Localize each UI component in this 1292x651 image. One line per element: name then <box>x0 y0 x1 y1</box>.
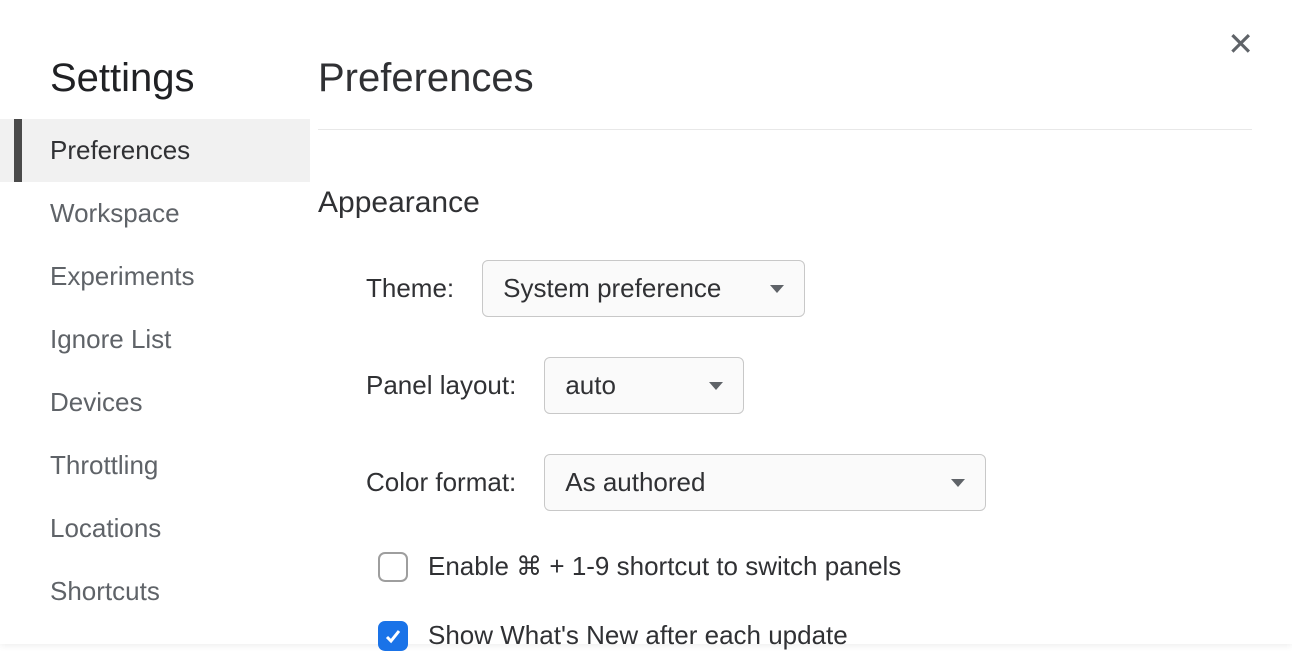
panel-layout-select-value: auto <box>565 370 616 401</box>
whatsnew-checkbox-label: Show What's New after each update <box>428 620 848 651</box>
shortcut-checkbox-row: Enable ⌘ + 1-9 shortcut to switch panels <box>318 551 1252 582</box>
page-title: Preferences <box>318 56 1252 130</box>
color-format-label: Color format: <box>366 467 516 498</box>
settings-modal: ✕ Settings Preferences Workspace Experim… <box>0 0 1292 644</box>
sidebar-item-label: Experiments <box>50 261 195 291</box>
whatsnew-checkbox-row: Show What's New after each update <box>318 620 1252 651</box>
theme-label: Theme: <box>366 273 454 304</box>
sidebar-item-ignore-list[interactable]: Ignore List <box>0 308 310 371</box>
sidebar-item-shortcuts[interactable]: Shortcuts <box>0 560 310 623</box>
chevron-down-icon <box>709 382 723 390</box>
sidebar-item-label: Shortcuts <box>50 576 160 606</box>
sidebar: Settings Preferences Workspace Experimen… <box>0 0 310 644</box>
color-format-select-value: As authored <box>565 467 705 498</box>
chevron-down-icon <box>770 285 784 293</box>
sidebar-item-devices[interactable]: Devices <box>0 371 310 434</box>
section-heading-appearance: Appearance <box>318 186 1252 220</box>
shortcut-checkbox[interactable] <box>378 552 408 582</box>
sidebar-item-label: Devices <box>50 387 142 417</box>
sidebar-item-label: Locations <box>50 513 161 543</box>
panel-layout-select[interactable]: auto <box>544 357 744 414</box>
theme-select[interactable]: System preference <box>482 260 805 317</box>
sidebar-item-experiments[interactable]: Experiments <box>0 245 310 308</box>
panel-layout-label: Panel layout: <box>366 370 516 401</box>
panel-layout-row: Panel layout: auto <box>318 357 1252 414</box>
sidebar-item-locations[interactable]: Locations <box>0 497 310 560</box>
settings-container: Settings Preferences Workspace Experimen… <box>0 0 1292 644</box>
chevron-down-icon <box>951 479 965 487</box>
color-format-select[interactable]: As authored <box>544 454 986 511</box>
shortcut-checkbox-label: Enable ⌘ + 1-9 shortcut to switch panels <box>428 551 901 582</box>
sidebar-item-workspace[interactable]: Workspace <box>0 182 310 245</box>
whatsnew-checkbox[interactable] <box>378 621 408 651</box>
theme-row: Theme: System preference <box>318 260 1252 317</box>
main-panel: Preferences Appearance Theme: System pre… <box>310 0 1292 644</box>
sidebar-item-preferences[interactable]: Preferences <box>0 119 310 182</box>
sidebar-item-label: Throttling <box>50 450 158 480</box>
sidebar-title: Settings <box>0 56 310 119</box>
color-format-row: Color format: As authored <box>318 454 1252 511</box>
sidebar-item-label: Ignore List <box>50 324 171 354</box>
sidebar-item-label: Workspace <box>50 198 180 228</box>
sidebar-item-throttling[interactable]: Throttling <box>0 434 310 497</box>
close-icon[interactable]: ✕ <box>1227 28 1254 60</box>
sidebar-item-label: Preferences <box>50 135 190 165</box>
theme-select-value: System preference <box>503 273 721 304</box>
check-icon <box>383 626 403 646</box>
